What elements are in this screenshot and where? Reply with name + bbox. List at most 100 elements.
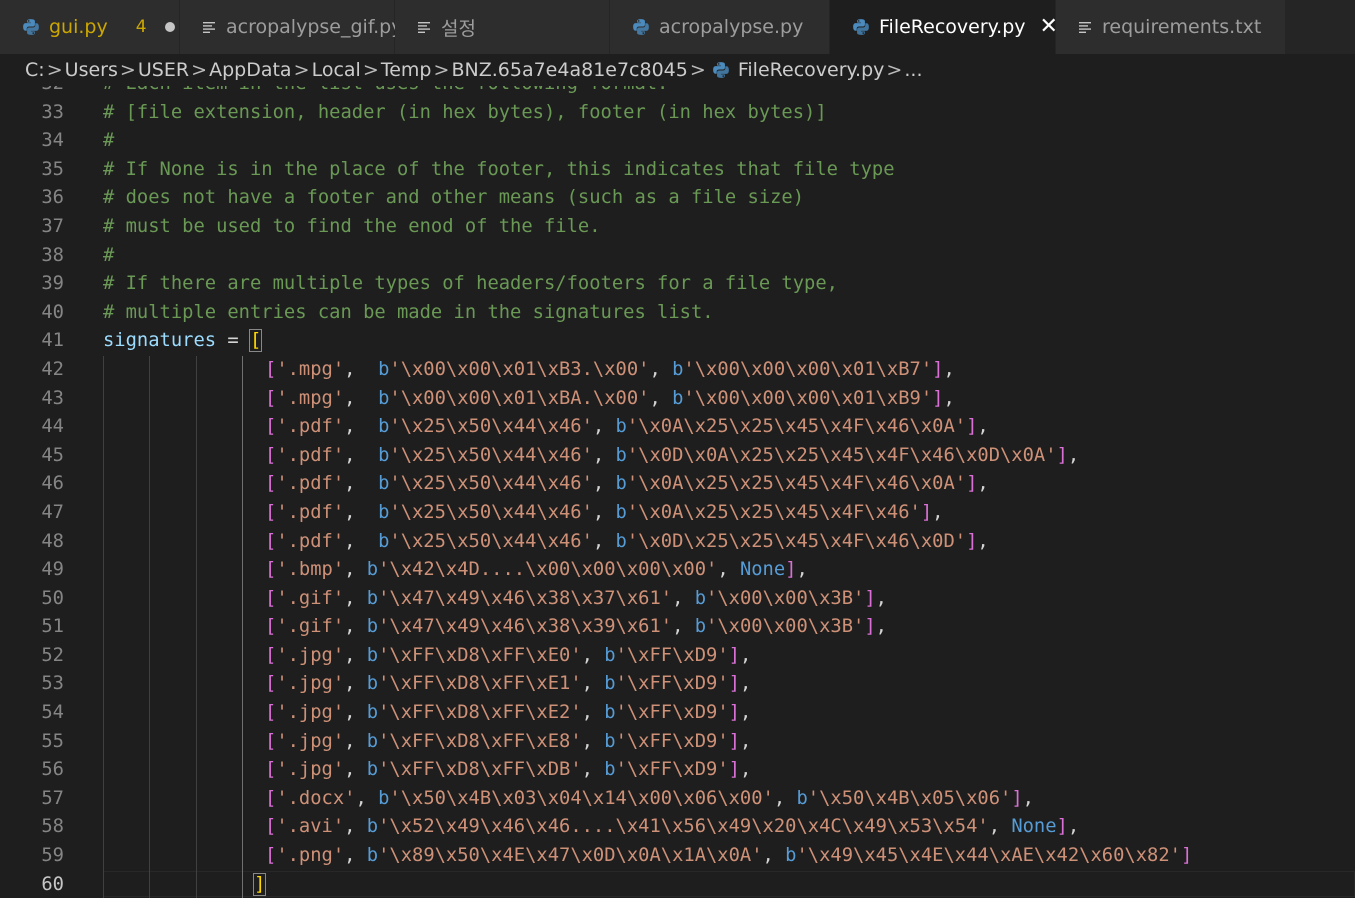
- code-line[interactable]: 49 ['.bmp', b'\x42\x4D....\x00\x00\x00\x0…: [0, 556, 1355, 585]
- tab-filerecovery-py[interactable]: FileRecovery.py ✕: [830, 0, 1058, 54]
- comment: # multiple entries can be made in the si…: [103, 301, 714, 323]
- bracket: ]: [864, 587, 876, 609]
- indent-guide: [242, 756, 243, 785]
- breadcrumb-item[interactable]: Users: [65, 59, 118, 81]
- bracket: ]: [1056, 444, 1068, 466]
- indent-guide: [196, 584, 197, 614]
- code-text: ['.mpg', b'\x00\x00\x01\xB3.\x00', b'\x0…: [265, 356, 955, 385]
- code-line[interactable]: 35 # If None is in the place of the foote…: [0, 156, 1355, 185]
- tab-label: acropalypse.py: [659, 16, 804, 38]
- bytes-prefix: b: [604, 673, 616, 695]
- breadcrumb-item[interactable]: C:: [25, 59, 45, 81]
- code-line[interactable]: 56 ['.jpg', b'\xFF\xD8\xFF\xDB', b'\xFF\x…: [0, 756, 1355, 785]
- code-text: ['.gif', b'\x47\x49\x46\x38\x39\x61', b'…: [265, 613, 887, 642]
- string-literal: '.docx': [276, 787, 356, 809]
- tab-settings[interactable]: 설정: [395, 0, 610, 54]
- string-literal: '.avi': [276, 816, 345, 838]
- bracket: [: [265, 387, 277, 409]
- code-line[interactable]: 51 ['.gif', b'\x47\x49\x46\x38\x39\x61', …: [0, 613, 1355, 642]
- bytes-prefix: b: [378, 530, 390, 552]
- code-line[interactable]: 58 ['.avi', b'\x52\x49\x46\x46....\x41\x5…: [0, 813, 1355, 843]
- code-line[interactable]: 52 ['.jpg', b'\xFF\xD8\xFF\xE0', b'\xFF\x…: [0, 641, 1355, 671]
- breadcrumb-item[interactable]: BNZ.65a7e4a81e7c8045: [451, 59, 687, 81]
- code-line[interactable]: 48 ['.pdf', b'\x25\x50\x44\x46', b'\x0D\x…: [0, 527, 1355, 557]
- tab-acropalypse-py[interactable]: acropalypse.py: [610, 0, 830, 54]
- string-literal: '\xFF\xD9': [615, 759, 729, 781]
- bytes-prefix: b: [378, 473, 390, 495]
- python-icon: [633, 19, 649, 35]
- code-line[interactable]: 36 # does not have a footer and other mea…: [0, 184, 1355, 213]
- code-line[interactable]: 38 #: [0, 242, 1355, 271]
- code-line[interactable]: 43 ['.mpg', b'\x00\x00\x01\xBA.\x00', b'\…: [0, 384, 1355, 414]
- code-line[interactable]: 46 ['.pdf', b'\x25\x50\x44\x46', b'\x0A\x…: [0, 470, 1355, 499]
- punctuation: ,: [592, 501, 616, 523]
- bytes-prefix: b: [615, 416, 627, 438]
- string-literal: '.gif': [276, 616, 345, 638]
- code-text: # Each item in the list uses the followi…: [103, 86, 668, 99]
- breadcrumb-item[interactable]: Local: [312, 59, 361, 81]
- code-line[interactable]: 34 #: [0, 127, 1355, 156]
- code-line[interactable]: 60]: [0, 870, 1355, 898]
- chevron-right-icon: >: [119, 59, 136, 81]
- breadcrumb-file[interactable]: FileRecovery.py: [738, 59, 885, 81]
- code-line[interactable]: 54 ['.jpg', b'\xFF\xD8\xFF\xE2', b'\xFF\x…: [0, 699, 1355, 728]
- breadcrumb-item[interactable]: USER: [138, 59, 189, 81]
- code-line[interactable]: 44 ['.pdf', b'\x25\x50\x44\x46', b'\x0A\x…: [0, 413, 1355, 442]
- punctuation: ,: [344, 759, 367, 781]
- bracket: [: [265, 559, 277, 581]
- code-line[interactable]: 39 # If there are multiple types of heade…: [0, 270, 1355, 299]
- code-line[interactable]: 40 # multiple entries can be made in the …: [0, 299, 1355, 328]
- comment: # If there are multiple types of headers…: [103, 273, 838, 295]
- code-line[interactable]: 55 ['.jpg', b'\xFF\xD8\xFF\xE8', b'\xFF\x…: [0, 727, 1355, 757]
- tab-acropalypse-gif-pyd[interactable]: acropalypse_gif.pyd: [180, 0, 415, 54]
- breadcrumb-item[interactable]: Temp: [381, 59, 432, 81]
- comment: #: [103, 130, 115, 152]
- code-line[interactable]: 33 # [file extension, header (in hex byte…: [0, 99, 1355, 128]
- bytes-prefix: b: [366, 587, 379, 609]
- code-editor[interactable]: 32 # Each item in the list uses the follo…: [0, 86, 1355, 898]
- bracket: [: [265, 845, 277, 867]
- code-line[interactable]: 45 ['.pdf', b'\x25\x50\x44\x46', b'\x0D\x…: [0, 441, 1355, 471]
- bytes-prefix: b: [796, 787, 808, 809]
- code-line[interactable]: 41 signatures = [: [0, 327, 1355, 356]
- code-text: # [file extension, header (in hex bytes)…: [103, 99, 827, 128]
- bytes-prefix: b: [366, 845, 379, 867]
- code-line[interactable]: 32 # Each item in the list uses the follo…: [0, 86, 1355, 99]
- punctuation: ,: [932, 501, 944, 523]
- line-number: 33: [41, 101, 64, 123]
- string-literal: '\xFF\xD8\xFF\xE8': [378, 730, 582, 752]
- breadcrumb-more[interactable]: ...: [904, 59, 922, 81]
- bracket: [: [265, 616, 277, 638]
- bracket: ]: [728, 730, 740, 752]
- string-literal: '\x0A\x25\x25\x45\x4F\x46\x0A': [626, 416, 967, 438]
- line-number: 41: [41, 330, 64, 352]
- code-line[interactable]: 59 ['.png', b'\x89\x50\x4E\x47\x0D\x0A\x1…: [0, 842, 1355, 871]
- bracket: [: [265, 702, 277, 724]
- code-line[interactable]: 42 ['.mpg', b'\x00\x00\x01\xB3.\x00', b'\…: [0, 355, 1355, 385]
- bytes-prefix: b: [366, 559, 379, 581]
- code-text: ['.pdf', b'\x25\x50\x44\x46', b'\x0A\x25…: [265, 413, 989, 442]
- tab-gui-py[interactable]: gui.py 4: [0, 0, 180, 54]
- indent-guide: [149, 556, 150, 585]
- tab-requirements-txt[interactable]: requirements.txt: [1056, 0, 1286, 54]
- bracket: [: [248, 329, 263, 353]
- punctuation: ,: [739, 644, 752, 666]
- code-line[interactable]: 53 ['.jpg', b'\xFF\xD8\xFF\xE1', b'\xFF\x…: [0, 670, 1355, 700]
- punctuation: ,: [344, 702, 367, 724]
- code-text: # If there are multiple types of headers…: [103, 270, 838, 299]
- indent-guide: [149, 756, 150, 785]
- indent-guide: [196, 813, 197, 843]
- code-text: ['.pdf', b'\x25\x50\x44\x46', b'\x0D\x25…: [265, 528, 989, 557]
- code-line[interactable]: 47 ['.pdf', b'\x25\x50\x44\x46', b'\x0A\x…: [0, 498, 1355, 528]
- string-literal: '\x25\x50\x44\x46': [389, 530, 593, 552]
- indent-guide: [103, 613, 104, 642]
- indent-guide: [242, 584, 243, 614]
- code-line[interactable]: 37 # must be used to find the enod of the…: [0, 213, 1355, 242]
- bracket: [: [265, 759, 277, 781]
- code-line[interactable]: 57 ['.docx', b'\x50\x4B\x03\x04\x14\x00\x…: [0, 784, 1355, 814]
- code-line[interactable]: 50 ['.gif', b'\x47\x49\x46\x38\x37\x61', …: [0, 584, 1355, 614]
- unsaved-dot-icon[interactable]: [164, 22, 175, 32]
- indent-guide: [149, 441, 150, 471]
- line-number: 52: [41, 644, 64, 666]
- breadcrumb-item[interactable]: AppData: [209, 59, 292, 81]
